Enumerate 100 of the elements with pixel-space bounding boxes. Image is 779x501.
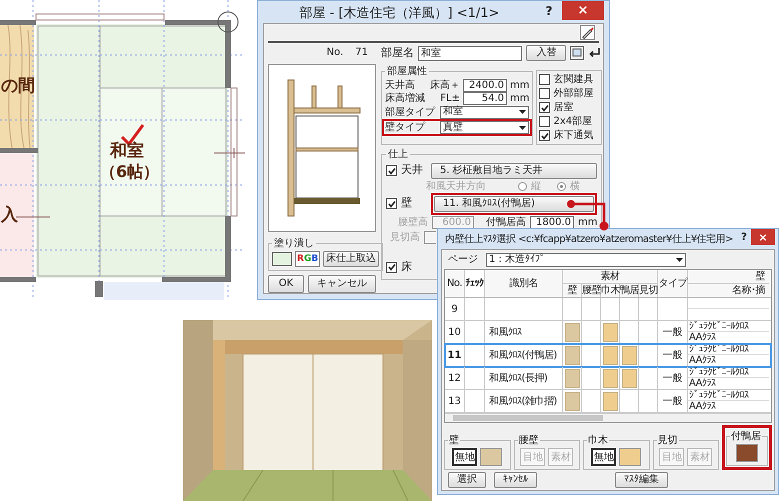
group-title: 付鴨居: [730, 430, 762, 444]
field-label: 壁タイプ: [385, 120, 426, 135]
checkmark-icon: [388, 263, 396, 271]
checkbox[interactable]: [539, 102, 550, 113]
room-name-field[interactable]: 和室: [418, 46, 522, 60]
pen-icon[interactable]: [580, 25, 595, 40]
checkbox[interactable]: [539, 88, 550, 99]
checkbox-label: 玄関建具: [553, 72, 594, 87]
replace-button[interactable]: 入替: [526, 45, 566, 61]
field-label: ページ: [447, 253, 478, 267]
field-label: 和風天井方向: [426, 180, 487, 194]
group-title: 巾木: [587, 434, 609, 448]
trim-height-field[interactable]: [424, 230, 436, 244]
column-header: 壁: [563, 284, 582, 297]
lintel-height-field[interactable]: 1800.0: [530, 216, 574, 228]
table-cell: 9: [445, 298, 465, 320]
import-floor-button[interactable]: 床仕上取込: [323, 251, 380, 267]
material-swatch[interactable]: [736, 444, 758, 462]
select-button[interactable]: 選択: [448, 472, 486, 488]
radio-label: 横: [570, 180, 580, 194]
group-title: 見切: [656, 434, 678, 448]
checkbox-label: 外部部屋: [553, 86, 594, 101]
column-header: 識別名: [485, 270, 563, 297]
table-cell: ｼﾞｭﾗｸﾋﾞﾆｰﾙｸﾛｽ: [688, 321, 748, 331]
material-swatch[interactable]: [480, 448, 502, 466]
ok-button[interactable]: OK: [268, 275, 304, 293]
checkbox[interactable]: [386, 165, 397, 176]
field-label: FL±: [439, 92, 460, 106]
room-label: 和室: [110, 143, 144, 160]
close-button[interactable]: ×: [751, 229, 775, 245]
help-button[interactable]: ?: [737, 229, 751, 245]
material-swatch: [622, 368, 636, 388]
unit-label: mm: [510, 92, 530, 106]
caret-icon: [676, 258, 683, 262]
column-header: 鴨居: [620, 284, 639, 297]
window-title: 部屋 - [木造住宅（洋風）] <1/1>: [298, 5, 500, 23]
table-cell: ｼﾞｭﾗｸﾋﾞﾆｰﾙｸﾛｽ: [688, 390, 748, 400]
unit-label: mm: [510, 79, 530, 93]
column-header: 素材: [563, 270, 658, 284]
wall-type-select[interactable]: 真壁: [440, 121, 530, 134]
table-cell: 13: [445, 390, 465, 412]
table-cell: AAｸﾗｽ: [688, 378, 716, 389]
caret-icon: [519, 110, 526, 114]
cancel-button[interactable]: キャンセル: [308, 275, 376, 293]
checkbox-label: 2x4部屋: [553, 114, 592, 129]
checkbox[interactable]: [539, 74, 550, 85]
checkbox-label: 床下通気: [553, 128, 594, 143]
column-header: タイプ: [658, 270, 688, 297]
room-type-select[interactable]: 和室: [440, 106, 530, 118]
help-button[interactable]: ?: [536, 1, 562, 20]
unit-label: mm: [578, 216, 598, 230]
table-cell: 一般: [658, 344, 688, 367]
field-label: 床高＋: [430, 78, 460, 93]
group-title: 腰壁: [518, 434, 540, 448]
master-edit-button[interactable]: ﾏｽﾀ編集: [615, 472, 668, 488]
horizontal-scrollbar[interactable]: [445, 413, 771, 422]
number-value: 71: [355, 46, 368, 60]
table-row[interactable]: 9: [445, 298, 771, 321]
cancel-button[interactable]: ｷｬﾝｾﾙ: [494, 472, 537, 488]
enter-icon[interactable]: [588, 46, 602, 60]
table-cell: 和風ｸﾛｽ(長押): [485, 367, 563, 389]
field-label: 床高増減: [385, 92, 426, 106]
field-label: 付鴨居高: [486, 216, 526, 230]
checkbox-label: 天井: [401, 162, 424, 178]
column-header: 腰壁: [582, 284, 601, 297]
checkmark-icon: [540, 132, 549, 140]
table-cell: AAｸﾗｽ: [688, 355, 716, 366]
material-swatch[interactable]: [619, 448, 642, 466]
field-label: 腰壁高: [397, 216, 428, 230]
close-button[interactable]: ×: [562, 1, 604, 20]
material-swatch: [602, 322, 618, 342]
room-label: の間: [1, 78, 35, 95]
material-swatch: [602, 392, 618, 410]
number-label: No.: [326, 46, 344, 60]
checkbox[interactable]: [539, 130, 550, 141]
checkbox[interactable]: [386, 198, 397, 209]
material-swatch: [564, 368, 580, 388]
image-icon[interactable]: [570, 46, 584, 60]
checkbox[interactable]: [386, 262, 397, 272]
checkmark-icon: [388, 166, 396, 174]
caret-icon: [519, 126, 526, 130]
rgb-button[interactable]: RGB: [295, 251, 320, 267]
wall-finish-button[interactable]: 11. 和風ｸﾛｽ(付鴨居): [434, 196, 594, 212]
room-label: 入: [1, 207, 18, 224]
fill-color-swatch[interactable]: [272, 252, 292, 266]
room-size-label: （6帖）: [100, 164, 160, 180]
ceiling-height-field[interactable]: 2400.0: [463, 79, 507, 92]
page-select[interactable]: 1 : 木造ﾀｲﾌﾟ: [486, 252, 686, 266]
radio-label: 縦: [531, 180, 541, 194]
field-label: 部屋名: [381, 44, 414, 61]
column-header: ﾁｪｯｸ: [465, 270, 485, 297]
option-button[interactable]: 無地: [452, 448, 478, 466]
material-swatch: [602, 368, 618, 388]
table-cell: 和風ｸﾛｽ(雑巾摺): [485, 390, 563, 412]
checkbox[interactable]: [539, 116, 550, 127]
floor-offset-field[interactable]: 54.0: [463, 92, 507, 105]
ceiling-finish-button[interactable]: 5. 杉柾敷目地ラミ天井: [431, 162, 598, 178]
option-button[interactable]: 無地: [591, 448, 616, 466]
table-cell: 和風ｸﾛｽ(付鴨居): [485, 344, 563, 367]
material-swatch: [602, 346, 618, 365]
